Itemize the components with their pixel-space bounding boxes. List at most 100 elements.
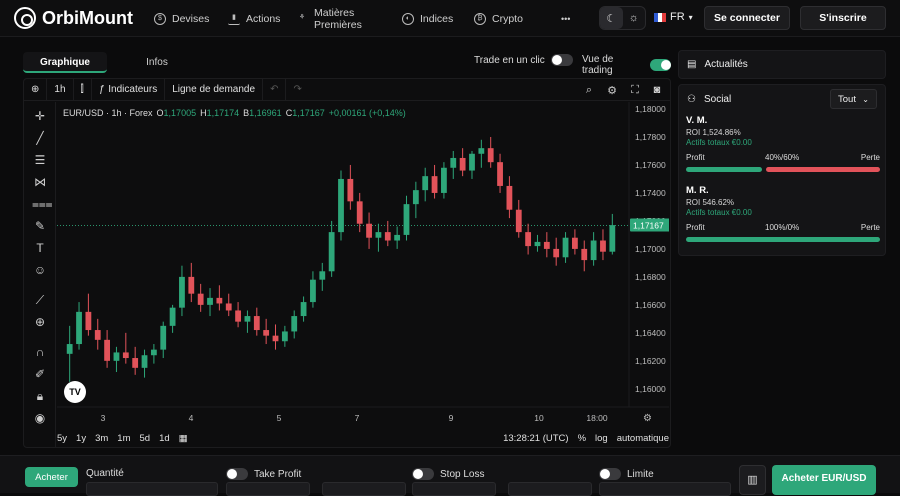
clock-time[interactable]: 13:28:21 (UTC) — [503, 433, 568, 444]
interval-label: 1h — [54, 84, 66, 95]
percent-toggle[interactable]: % — [578, 433, 586, 444]
nav-actions[interactable]: ▮ Actions — [228, 0, 280, 37]
candle-body — [179, 276, 185, 308]
take-profit-amount-input[interactable] — [322, 482, 406, 496]
news-panel-header[interactable]: ▤ Actualités — [678, 50, 886, 79]
candle-body — [328, 232, 335, 272]
log-toggle[interactable]: log — [595, 433, 608, 444]
range-1m[interactable]: 1m — [117, 433, 130, 444]
limit-toggle[interactable]: Limite — [599, 468, 654, 480]
settings-gear-icon[interactable]: ⚙ — [602, 79, 622, 101]
demand-line-button[interactable]: Ligne de demande — [165, 78, 264, 101]
stop-loss-input[interactable] — [412, 482, 496, 496]
candle-body — [506, 185, 513, 210]
chevron-down-icon: ▾ — [688, 12, 693, 22]
language-selector[interactable]: FR ▾ — [654, 11, 693, 23]
brush-icon[interactable]: ✎ — [32, 218, 48, 234]
ruler-icon[interactable]: ⟋ — [32, 292, 48, 308]
take-profit-switch[interactable] — [226, 468, 248, 480]
quantity-input[interactable] — [86, 482, 218, 496]
trader-ratio-row: Profit 40%/60% Perte — [686, 153, 880, 165]
nav-devises[interactable]: $ Devises — [154, 0, 209, 37]
nav-crypto[interactable]: ₿ Crypto — [474, 0, 523, 37]
x-tick-label: 18:00 — [586, 413, 608, 423]
limit-switch[interactable] — [599, 468, 621, 480]
moon-icon[interactable]: ☾ — [600, 7, 623, 29]
trading-view-switch[interactable] — [649, 59, 671, 71]
bar-chart-icon: ▮ — [228, 13, 240, 25]
axis-settings-icon[interactable]: ⚙ — [643, 413, 652, 424]
range-1y[interactable]: 1y — [76, 433, 86, 444]
emoji-icon[interactable]: ☺ — [32, 262, 48, 278]
auto-scale-toggle[interactable]: automatique — [617, 433, 669, 444]
x-tick-label: 10 — [534, 413, 544, 423]
fib-retracement-icon[interactable]: ⩶ — [32, 196, 53, 212]
indicators-button[interactable]: ƒ Indicateurs — [92, 78, 166, 101]
nav-indices[interactable]: ◐ Indices — [402, 0, 453, 37]
theme-toggle[interactable]: ☾ ☼ — [599, 6, 646, 30]
stop-loss-switch[interactable] — [412, 468, 434, 480]
signup-button[interactable]: S'inscrire — [800, 6, 886, 30]
calendar-icon[interactable]: ▦ — [179, 433, 188, 444]
range-5d[interactable]: 5d — [140, 433, 151, 444]
trader-card[interactable]: M. R. ROI 546.62% Actifs totaux €0.00 Pr… — [686, 185, 880, 242]
one-click-trade-toggle[interactable]: Trade en un clic — [474, 54, 573, 66]
lock-drawings-icon[interactable]: ✐ — [32, 366, 48, 382]
nav-actions-label: Actions — [246, 12, 281, 25]
candle-type-button[interactable]: ⫿ — [74, 78, 92, 101]
candle-body — [553, 248, 560, 258]
quick-search-icon[interactable]: ⌕ — [579, 79, 599, 101]
brand-logo[interactable]: OrbiMount — [14, 7, 133, 29]
tab-infos[interactable]: Infos — [127, 52, 187, 73]
undo-button[interactable]: ↶ — [263, 78, 287, 101]
social-filter-dropdown[interactable]: Tout ⌄ — [830, 89, 877, 109]
text-tool-icon[interactable]: T — [32, 240, 48, 256]
range-3m[interactable]: 3m — [95, 433, 108, 444]
profit-loss-bar — [686, 237, 880, 242]
candle-body — [85, 311, 92, 331]
one-click-switch[interactable] — [550, 54, 573, 66]
sun-icon[interactable]: ☼ — [623, 7, 646, 29]
range-5y[interactable]: 5y — [57, 433, 67, 444]
stop-loss-amount-input[interactable] — [508, 482, 592, 496]
legend-high: 1,17174 — [206, 108, 240, 118]
demand-line-label: Ligne de demande — [172, 84, 256, 95]
more-menu-button[interactable]: ••• — [561, 0, 570, 37]
buy-tab-button[interactable]: Acheter — [25, 467, 78, 487]
limit-label: Limite — [627, 468, 654, 480]
y-tick-label: 1,16600 — [635, 300, 666, 310]
tab-graphique[interactable]: Graphique — [23, 52, 107, 73]
redo-button[interactable]: ↷ — [286, 79, 308, 101]
limit-input[interactable] — [599, 482, 731, 496]
horizontal-lines-icon[interactable]: ☰ — [32, 152, 48, 168]
zoom-in-icon[interactable]: ⊕ — [32, 314, 48, 330]
eye-icon[interactable]: ◉ — [32, 410, 48, 426]
social-panel: ⚇ Social Tout ⌄ V. M. ROI 1,524.86% Acti… — [678, 84, 886, 256]
calculator-button[interactable]: ▥ — [739, 465, 766, 495]
interval-button[interactable]: 1h — [47, 78, 74, 101]
nav-matieres-premieres[interactable]: ⚘ Matières Premières — [296, 0, 364, 37]
stop-loss-toggle[interactable]: Stop Loss — [412, 468, 484, 480]
range-1d[interactable]: 1d — [159, 433, 170, 444]
magnet-icon[interactable]: ∩ — [32, 344, 48, 360]
nav-crypto-label: Crypto — [492, 12, 523, 25]
social-filter-value: Tout — [838, 93, 856, 105]
pattern-icon[interactable]: ⋈ — [32, 174, 48, 190]
candle-body — [122, 352, 129, 359]
add-symbol-button[interactable]: ⊕ — [24, 78, 48, 101]
buy-eurusd-button[interactable]: Acheter EUR/USD — [772, 465, 876, 495]
fullscreen-icon[interactable]: ⛶ — [625, 79, 645, 101]
tradingview-logo[interactable]: TV — [64, 381, 86, 403]
lock-icon[interactable]: 🔒︎ — [32, 388, 48, 404]
trading-view-toggle[interactable]: Vue de trading — [582, 54, 671, 76]
price-chart[interactable]: 1,180001,178001,176001,174001,172001,170… — [57, 102, 669, 428]
crosshair-icon[interactable]: ✛ — [32, 108, 48, 124]
candle-body — [356, 201, 363, 224]
trend-line-icon[interactable]: ╱ — [32, 130, 48, 146]
take-profit-input[interactable] — [226, 482, 310, 496]
camera-icon[interactable]: ◙ — [647, 79, 667, 101]
candle-body — [394, 234, 401, 241]
trader-card[interactable]: V. M. ROI 1,524.86% Actifs totaux €0.00 … — [686, 115, 880, 172]
login-button[interactable]: Se connecter — [704, 6, 790, 30]
take-profit-toggle[interactable]: Take Profit — [226, 468, 301, 480]
